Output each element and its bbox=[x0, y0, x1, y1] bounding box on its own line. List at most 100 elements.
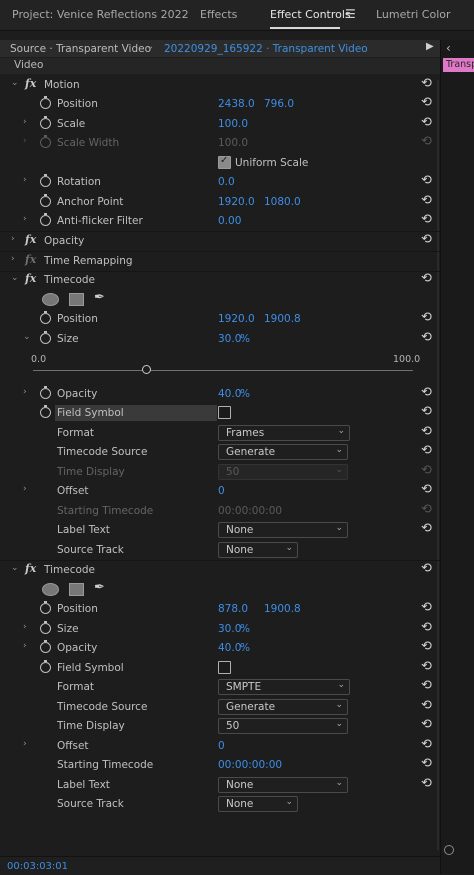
stopwatch-icon[interactable] bbox=[40, 405, 51, 418]
fx-icon[interactable]: fx bbox=[25, 233, 36, 246]
expand-caret-icon[interactable]: › bbox=[23, 387, 27, 397]
offset-value[interactable]: 0 bbox=[218, 485, 225, 497]
position-x-value[interactable]: 2438.0 bbox=[218, 98, 255, 110]
position-y-value[interactable]: 796.0 bbox=[264, 98, 294, 110]
playhead-timecode[interactable]: 00:03:03:01 bbox=[7, 861, 68, 872]
size-value[interactable]: 30.0 bbox=[218, 333, 241, 345]
stopwatch-icon[interactable] bbox=[40, 621, 51, 634]
play-triangle-icon[interactable]: ▶ bbox=[426, 41, 434, 52]
time-display-dropdown[interactable]: 50 ⌄ bbox=[218, 718, 348, 734]
scroll-left-icon[interactable]: ‹ bbox=[446, 41, 451, 55]
position-y-value[interactable]: 1900.8 bbox=[264, 313, 301, 325]
opacity-value[interactable]: 40.0 bbox=[218, 388, 241, 400]
hamburger-menu-icon[interactable]: ☰ bbox=[345, 7, 356, 21]
scale-value[interactable]: 100.0 bbox=[218, 118, 248, 130]
slider-track[interactable] bbox=[33, 370, 413, 371]
timeline-clip[interactable]: Transparent Video bbox=[443, 58, 474, 72]
stopwatch-icon[interactable] bbox=[40, 194, 51, 207]
expand-caret-icon[interactable]: › bbox=[11, 234, 15, 244]
reset-icon[interactable]: ⟲ bbox=[421, 77, 432, 91]
starting-timecode-value[interactable]: 00:00:00:00 bbox=[218, 759, 282, 771]
rotation-value[interactable]: 0.0 bbox=[218, 176, 235, 188]
reset-icon[interactable]: ⟲ bbox=[421, 660, 432, 674]
reset-icon[interactable]: ⟲ bbox=[421, 174, 432, 188]
reset-icon[interactable]: ⟲ bbox=[421, 425, 432, 439]
reset-icon[interactable]: ⟲ bbox=[421, 194, 432, 208]
label-text-dropdown[interactable]: None ⌄ bbox=[218, 777, 348, 793]
slider-thumb[interactable] bbox=[142, 365, 151, 374]
ellipse-mask-icon[interactable] bbox=[42, 293, 59, 306]
format-dropdown[interactable]: SMPTE ⌄ bbox=[218, 679, 350, 695]
tab-effect-controls[interactable]: Effect Controls bbox=[270, 8, 351, 21]
expand-caret-icon[interactable]: › bbox=[23, 175, 27, 185]
timeline-zoom-handle[interactable] bbox=[444, 845, 454, 855]
reset-icon[interactable]: ⟲ bbox=[421, 213, 432, 227]
expand-caret-icon[interactable]: › bbox=[23, 622, 27, 632]
reset-icon[interactable]: ⟲ bbox=[421, 522, 432, 536]
anchor-y-value[interactable]: 1080.0 bbox=[264, 196, 301, 208]
expand-caret-icon[interactable]: › bbox=[23, 739, 27, 749]
expand-caret-icon[interactable]: › bbox=[23, 117, 27, 127]
reset-icon[interactable]: ⟲ bbox=[421, 777, 432, 791]
reset-icon[interactable]: ⟲ bbox=[421, 699, 432, 713]
expand-caret-icon[interactable]: › bbox=[11, 254, 15, 264]
offset-value[interactable]: 0 bbox=[218, 740, 225, 752]
collapse-caret-icon[interactable]: ⌄ bbox=[11, 78, 19, 88]
reset-icon[interactable]: ⟲ bbox=[421, 640, 432, 654]
opacity-effect-row[interactable]: › fx Opacity ⟲ bbox=[0, 232, 440, 252]
collapse-caret-icon[interactable]: ⌄ bbox=[11, 563, 19, 573]
timecode-source-dropdown[interactable]: Generate ⌄ bbox=[218, 699, 348, 715]
reset-icon[interactable]: ⟲ bbox=[421, 562, 432, 576]
fx-icon[interactable]: fx bbox=[25, 272, 36, 285]
reset-icon[interactable]: ⟲ bbox=[421, 679, 432, 693]
anti-flicker-value[interactable]: 0.00 bbox=[218, 215, 241, 227]
mini-timeline[interactable] bbox=[440, 40, 474, 874]
reset-icon[interactable]: ⟲ bbox=[421, 757, 432, 771]
position-x-value[interactable]: 1920.0 bbox=[218, 313, 255, 325]
reset-icon[interactable]: ⟲ bbox=[421, 738, 432, 752]
fx-icon[interactable]: fx bbox=[25, 562, 36, 575]
collapse-caret-icon[interactable]: ⌄ bbox=[23, 332, 31, 342]
rectangle-mask-icon[interactable] bbox=[69, 583, 84, 596]
stopwatch-icon[interactable] bbox=[40, 116, 51, 129]
stopwatch-icon[interactable] bbox=[40, 213, 51, 226]
anchor-x-value[interactable]: 1920.0 bbox=[218, 196, 255, 208]
pen-mask-icon[interactable]: ✒ bbox=[94, 290, 105, 305]
size-value[interactable]: 30.0 bbox=[218, 623, 241, 635]
tab-lumetri-color[interactable]: Lumetri Color bbox=[376, 8, 451, 21]
stopwatch-icon[interactable] bbox=[40, 174, 51, 187]
time-remapping-row[interactable]: › fx Time Remapping bbox=[0, 252, 440, 272]
format-dropdown[interactable]: Frames ⌄ bbox=[218, 425, 350, 441]
stopwatch-icon[interactable] bbox=[40, 96, 51, 109]
timecode-effect-row[interactable]: ⌄ fx Timecode ⟲ bbox=[0, 271, 440, 290]
collapse-caret-icon[interactable]: ⌄ bbox=[11, 273, 19, 283]
tab-project[interactable]: Project: Venice Reflections 2022 bbox=[12, 8, 189, 21]
field-symbol-checkbox[interactable] bbox=[218, 661, 231, 674]
opacity-value[interactable]: 40.0 bbox=[218, 642, 241, 654]
reset-icon[interactable]: ⟲ bbox=[421, 386, 432, 400]
reset-icon[interactable]: ⟲ bbox=[421, 311, 432, 325]
sequence-clip-label[interactable]: 20220929_165922 · Transparent Video bbox=[164, 43, 368, 55]
reset-icon[interactable]: ⟲ bbox=[421, 444, 432, 458]
stopwatch-icon[interactable] bbox=[40, 640, 51, 653]
timecode-effect-row[interactable]: ⌄ fx Timecode ⟲ bbox=[0, 561, 440, 580]
reset-icon[interactable]: ⟲ bbox=[421, 233, 432, 247]
reset-icon[interactable]: ⟲ bbox=[421, 621, 432, 635]
pen-mask-icon[interactable]: ✒ bbox=[94, 580, 105, 595]
timecode-source-dropdown[interactable]: Generate ⌄ bbox=[218, 444, 348, 460]
expand-caret-icon[interactable]: › bbox=[23, 641, 27, 651]
stopwatch-icon[interactable] bbox=[40, 386, 51, 399]
position-x-value[interactable]: 878.0 bbox=[218, 603, 248, 615]
rectangle-mask-icon[interactable] bbox=[69, 293, 84, 306]
stopwatch-icon[interactable] bbox=[40, 331, 51, 344]
reset-icon[interactable]: ⟲ bbox=[421, 272, 432, 286]
stopwatch-icon[interactable] bbox=[40, 601, 51, 614]
source-clip-label[interactable]: Source · Transparent Video bbox=[10, 43, 151, 55]
fx-icon[interactable]: fx bbox=[25, 77, 36, 90]
stopwatch-icon[interactable] bbox=[40, 660, 51, 673]
reset-icon[interactable]: ⟲ bbox=[421, 483, 432, 497]
position-y-value[interactable]: 1900.8 bbox=[264, 603, 301, 615]
reset-icon[interactable]: ⟲ bbox=[421, 116, 432, 130]
label-text-dropdown[interactable]: None ⌄ bbox=[218, 522, 348, 538]
chevron-down-icon[interactable]: ⌄ bbox=[146, 41, 154, 52]
